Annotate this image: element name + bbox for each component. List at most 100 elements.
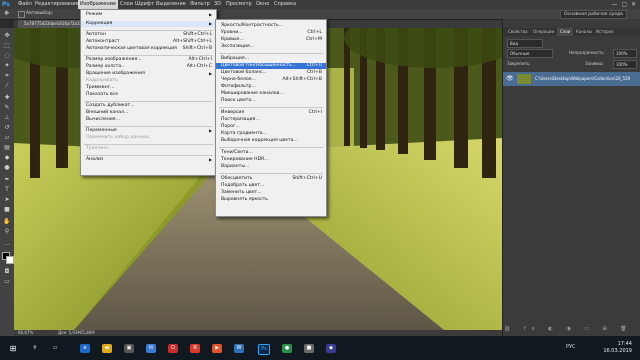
menu-type[interactable]: Шрифт: [133, 0, 156, 9]
menu-item-adjustments[interactable]: Коррекция ▶: [81, 21, 216, 27]
blur-icon[interactable]: ◆: [3, 154, 11, 162]
media-icon[interactable]: ▶: [212, 344, 222, 353]
task-view-icon[interactable]: ▭: [50, 344, 60, 353]
menu-filter[interactable]: Фильтр: [188, 0, 212, 9]
layer-row[interactable]: 👁 C:\Users\Desktop\Wallpapers\Collection…: [503, 72, 640, 86]
menu-3d[interactable]: 3D: [212, 0, 223, 9]
menu-item-analysis[interactable]: Анализ ▶: [81, 157, 216, 163]
adj-posterize[interactable]: Постеризация...: [216, 117, 326, 123]
adj-gradient-map[interactable]: Карта градиента...: [216, 131, 326, 137]
menu-image[interactable]: Изображение: [78, 0, 118, 9]
adj-equalize[interactable]: Выровнять яркость: [216, 197, 326, 203]
menu-item-mode[interactable]: Режим ▶: [81, 12, 216, 18]
move-tool-icon[interactable]: ✥: [4, 9, 9, 19]
background-color-swatch[interactable]: [6, 256, 14, 264]
menu-item-apply-image[interactable]: Внешний канал...: [81, 110, 216, 116]
menu-item-rotation[interactable]: Вращение изображения ▶: [81, 71, 216, 77]
adj-selective-color[interactable]: Выборочная коррекция цвета...: [216, 138, 326, 144]
edge-icon[interactable]: e: [80, 344, 90, 353]
autoselect-checkbox[interactable]: [18, 11, 25, 18]
mail-icon[interactable]: ✉: [146, 344, 156, 353]
adj-exposure[interactable]: Экспозиция...: [216, 44, 326, 50]
tab-layers[interactable]: Слои: [557, 28, 574, 36]
history-brush-icon[interactable]: ↺: [3, 124, 11, 132]
tab-actions[interactable]: Операции: [530, 28, 557, 36]
layer-panel-footer[interactable]: ⛓ fx ◐ ◑ ▭ ⊞ 🗑: [504, 326, 640, 335]
opacity-input[interactable]: 100%: [613, 49, 637, 58]
menu-help[interactable]: Справка: [272, 0, 298, 9]
menu-item-autocolor[interactable]: Автоматическая цветовая коррекция Shift+C…: [81, 46, 216, 52]
layer-filter-select[interactable]: Вид: [507, 39, 543, 48]
brush-icon[interactable]: ✎: [3, 104, 11, 112]
language-indicator[interactable]: РУС: [566, 344, 576, 350]
window-controls[interactable]: — ▢ ✕: [612, 0, 636, 9]
menu-item-canvas-size[interactable]: Размер холста... Alt+Ctrl+C: [81, 64, 216, 70]
search-icon[interactable]: ⚲: [30, 344, 40, 353]
adj-brightness[interactable]: Яркость/Контрастность...: [216, 23, 326, 29]
yandex-icon[interactable]: Я: [190, 344, 200, 353]
menu-edit[interactable]: Редактирование: [33, 0, 81, 9]
start-icon[interactable]: ⊞: [8, 344, 18, 353]
menu-file[interactable]: Файл: [16, 0, 34, 9]
photoshop-taskbar-icon[interactable]: Ps: [258, 344, 270, 355]
menu-item-image-size[interactable]: Размер изображения... Alt+Ctrl+I: [81, 57, 216, 63]
menu-item-autotone[interactable]: Автотон Shift+Ctrl+L: [81, 32, 216, 38]
adj-hdr-toning[interactable]: Тонирование HDR...: [216, 157, 326, 163]
eye-icon[interactable]: 👁: [506, 75, 514, 82]
menu-item-autocontrast[interactable]: Автоконтраст Alt+Shift+Ctrl+L: [81, 39, 216, 45]
gradient-icon[interactable]: ▤: [3, 144, 11, 152]
zoom-icon[interactable]: ⚲: [3, 228, 11, 236]
type-icon[interactable]: T: [3, 186, 11, 194]
healing-icon[interactable]: ✚: [3, 94, 11, 102]
marquee-icon[interactable]: ⬚: [3, 42, 11, 50]
menu-select[interactable]: Выделение: [154, 0, 188, 9]
adj-curves[interactable]: Кривые... Ctrl+M: [216, 37, 326, 43]
adj-threshold[interactable]: Порог...: [216, 124, 326, 130]
adj-invert[interactable]: Инверсия Ctrl+I: [216, 110, 326, 116]
menu-item-reveal-all[interactable]: Показать все: [81, 92, 216, 98]
adj-replace-color[interactable]: Заменить цвет...: [216, 190, 326, 196]
tab-properties[interactable]: Свойства: [505, 28, 531, 36]
app3-icon[interactable]: ◆: [326, 344, 336, 353]
extra-tools-icon[interactable]: …: [3, 240, 11, 248]
menu-item-calculations[interactable]: Вычисления...: [81, 117, 216, 123]
adj-black-white[interactable]: Черно-белое... Alt+Shift+Ctrl+B: [216, 77, 326, 83]
explorer-icon[interactable]: ▬: [102, 344, 112, 353]
quick-mask-icon[interactable]: ◘: [3, 268, 11, 276]
fill-input[interactable]: 100%: [613, 60, 637, 69]
dodge-icon[interactable]: ●: [3, 164, 11, 172]
pen-icon[interactable]: ✒: [3, 176, 11, 184]
menu-window[interactable]: Окно: [254, 0, 271, 9]
adj-shadows-highlights[interactable]: Тени/Света...: [216, 150, 326, 156]
adj-channel-mixer[interactable]: Микширование каналов...: [216, 91, 326, 97]
adj-photo-filter[interactable]: Фотофильтр...: [216, 84, 326, 90]
adj-vibrance[interactable]: Вибрация...: [216, 56, 326, 62]
blend-mode-select[interactable]: Обычные: [507, 49, 553, 58]
adj-variations[interactable]: Варианты...: [216, 164, 326, 170]
crop-icon[interactable]: ⌗: [3, 72, 11, 80]
menu-view[interactable]: Просмотр: [224, 0, 254, 9]
move-icon[interactable]: ✥: [3, 32, 11, 40]
adj-color-balance[interactable]: Цветовой баланс... Ctrl+B: [216, 70, 326, 76]
adj-levels[interactable]: Уровни... Ctrl+L: [216, 30, 326, 36]
adj-hue-saturation[interactable]: Цветовой тон/Насыщенность... Ctrl+U: [216, 63, 326, 69]
eraser-icon[interactable]: ▱: [3, 134, 11, 142]
menu-item-variables[interactable]: Переменные ▶: [81, 128, 216, 134]
clock[interactable]: 17:44 16.03.2019: [603, 341, 632, 355]
word-icon[interactable]: W: [234, 344, 244, 353]
opera-icon[interactable]: O: [168, 344, 178, 353]
adj-match-color[interactable]: Подобрать цвет...: [216, 183, 326, 189]
screen-mode-icon[interactable]: ▭: [3, 278, 11, 286]
menu-item-trim[interactable]: Тримминг...: [81, 85, 216, 91]
adj-color-lookup[interactable]: Поиск цвета...: [216, 98, 326, 104]
path-select-icon[interactable]: ➤: [3, 196, 11, 204]
hand-icon[interactable]: ✋: [3, 218, 11, 226]
app-icon[interactable]: ●: [282, 344, 292, 353]
menu-item-duplicate[interactable]: Создать дубликат...: [81, 103, 216, 109]
magic-wand-icon[interactable]: ✦: [3, 62, 11, 70]
adj-desaturate[interactable]: Обесцветить Shift+Ctrl+U: [216, 176, 326, 182]
lasso-icon[interactable]: ◌: [3, 52, 11, 60]
app2-icon[interactable]: ■: [304, 344, 314, 353]
shape-icon[interactable]: ■: [3, 206, 11, 214]
stamp-icon[interactable]: ⊥: [3, 114, 11, 122]
